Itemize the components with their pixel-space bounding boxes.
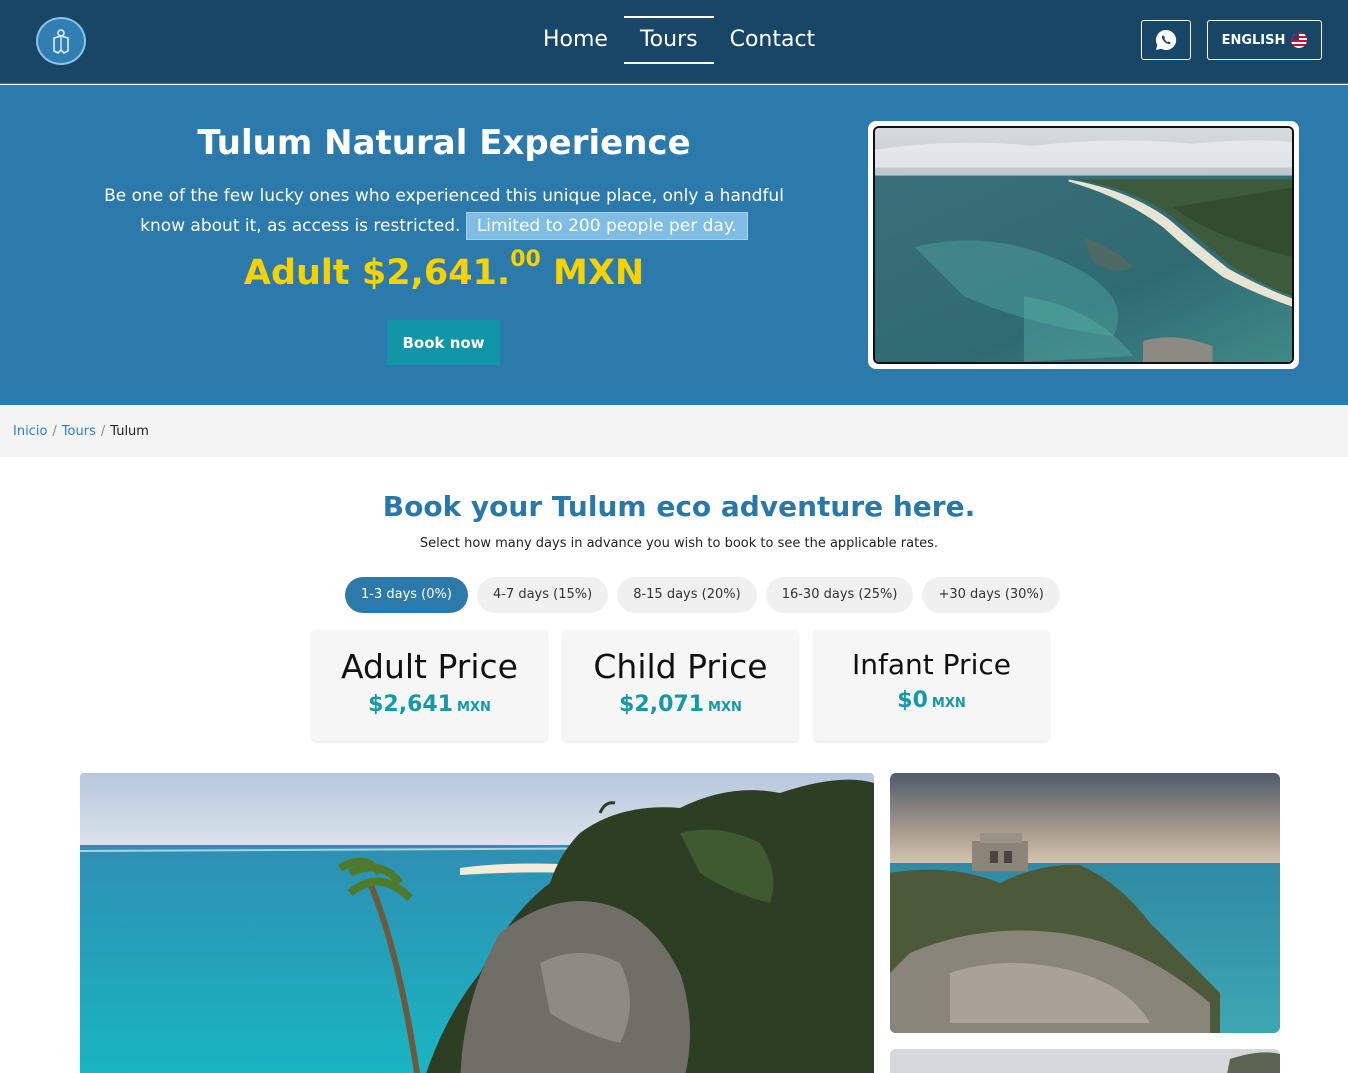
hero-aerial-coast-image[interactable] [873, 126, 1294, 364]
breadcrumb-separator: / [100, 423, 106, 439]
price-card-label: Child Price [593, 647, 768, 686]
hero-image-frame [868, 121, 1299, 369]
us-flag-icon [1291, 32, 1308, 48]
hero-description: Be one of the few lucky ones who experie… [88, 181, 800, 241]
breadcrumb-inicio[interactable]: Inicio [13, 424, 47, 439]
breadcrumb: Inicio / Tours / Tulum [0, 405, 1348, 457]
logo[interactable] [36, 17, 86, 65]
hero-adult-price: Adult $2,641.00 MXN [88, 247, 800, 293]
price-currency: MXN [457, 700, 491, 715]
infant-price-card: Infant Price $0 MXN [814, 630, 1049, 741]
breadcrumb-tours[interactable]: Tours [62, 424, 96, 439]
nav-home[interactable]: Home [527, 16, 624, 64]
pill-1-3-days[interactable]: 1-3 days (0%) [345, 577, 468, 613]
price-card-amount: $2,071 MXN [563, 688, 798, 717]
hero-title: Tulum Natural Experience [197, 123, 691, 163]
gallery-third-image[interactable] [890, 1049, 1280, 1073]
gallery-main-image[interactable] [80, 773, 874, 1073]
price-value: $0 [897, 688, 928, 713]
hero-price-cents: 00 [510, 247, 541, 272]
child-price-card: Child Price $2,071 MXN [563, 630, 798, 741]
breadcrumb-separator: / [52, 423, 57, 439]
price-currency: MXN [708, 700, 742, 715]
booking-subtitle: Select how many days in advance you wish… [419, 536, 939, 551]
price-card-label: Infant Price [852, 648, 1011, 681]
price-cards: Adult Price $2,641 MXN Child Price $2,071… [312, 630, 1049, 741]
price-currency: MXN [931, 696, 966, 711]
hero-banner: Tulum Natural Experience Be one of the f… [0, 85, 1348, 405]
pill-8-15-days[interactable]: 8-15 days (20%) [617, 577, 757, 613]
pill-30-plus-days[interactable]: +30 days (30%) [922, 577, 1060, 613]
price-card-amount: $0 MXN [814, 684, 1049, 713]
main-nav: Home Tours Contact [527, 16, 831, 64]
navbar: Home Tours Contact ENGLISH [0, 0, 1348, 84]
whatsapp-icon [1155, 29, 1177, 50]
capacity-highlight: Limited to 200 people per day. [465, 212, 748, 240]
language-label: ENGLISH [1221, 32, 1286, 48]
breadcrumb-current: Tulum [110, 423, 149, 439]
price-value: $2,641 [368, 692, 454, 717]
pill-4-7-days[interactable]: 4-7 days (15%) [476, 577, 609, 613]
booking-title: Book your Tulum eco adventure here. [382, 490, 976, 523]
adult-price-card: Adult Price $2,641 MXN [312, 630, 547, 741]
pill-16-30-days[interactable]: 16-30 days (25%) [765, 577, 914, 613]
book-now-button[interactable]: Book now [387, 320, 500, 365]
gallery-ruins-image[interactable] [890, 773, 1280, 1033]
hero-price-main: Adult $2,641. [243, 253, 511, 293]
nav-contact[interactable]: Contact [714, 16, 832, 64]
hero-price-currency: MXN [553, 253, 645, 293]
nav-tours[interactable]: Tours [623, 16, 714, 64]
price-value: $2,071 [619, 692, 705, 717]
language-selector[interactable]: ENGLISH [1207, 20, 1322, 60]
price-card-amount: $2,641 MXN [312, 688, 547, 717]
whatsapp-button[interactable] [1141, 20, 1191, 60]
price-card-label: Adult Price [341, 647, 518, 686]
advance-days-selector: 1-3 days (0%) 4-7 days (15%) 8-15 days (… [345, 577, 1060, 613]
logo-icon [53, 29, 69, 54]
